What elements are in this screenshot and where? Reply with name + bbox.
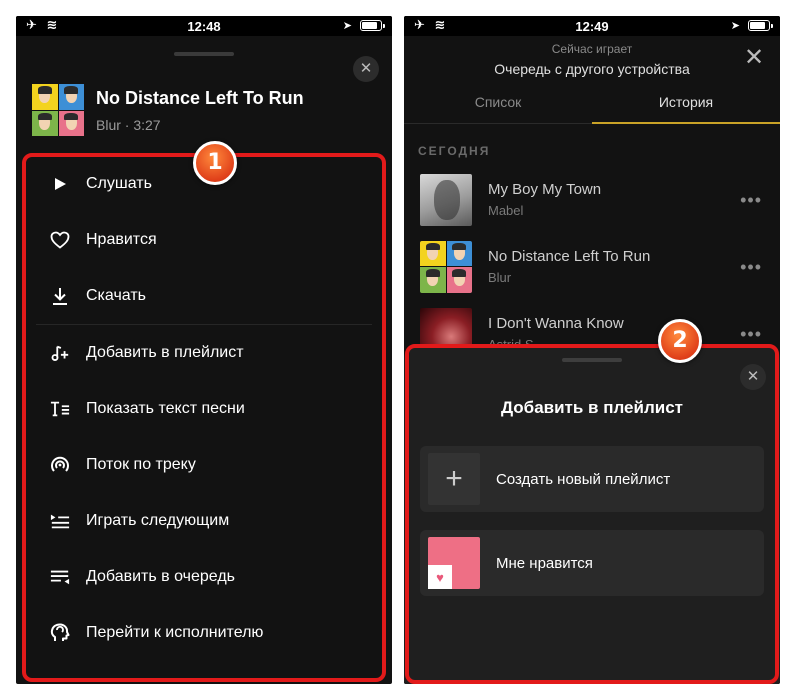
track-title: No Distance Left To Run [488, 248, 651, 265]
section-label: СЕГОДНЯ [418, 144, 491, 158]
list-item[interactable]: No Distance Left To Run Blur ••• [404, 233, 780, 300]
tab-list[interactable]: Список [404, 88, 592, 123]
status-bar: ✈︎ ≋ 12:48 ➤ [16, 16, 392, 36]
track-header: No Distance Left To Run Blur · 3:27 [32, 84, 304, 136]
battery-icon [360, 20, 385, 31]
step-badge: 2 [658, 319, 702, 363]
now-playing-label: Сейчас играет [551, 42, 633, 56]
album-cover [32, 84, 84, 136]
track-subtitle: Blur · 3:27 [96, 116, 161, 133]
track-title: My Boy My Town [488, 181, 602, 198]
more-icon[interactable]: ••• [740, 257, 762, 278]
history-list: My Boy My Town Mabel ••• No Distance Lef… [404, 166, 780, 367]
status-time: 12:48 [187, 19, 221, 34]
more-icon[interactable]: ••• [740, 190, 762, 211]
sheet-handle[interactable] [174, 52, 234, 56]
track-title: No Distance Left To Run [96, 87, 304, 108]
more-icon[interactable]: ••• [740, 324, 762, 345]
track-artist: Mabel [488, 203, 524, 218]
step-badge: 1 [193, 141, 237, 185]
queue-tabs: Список История [404, 88, 780, 124]
track-artist: Blur [488, 270, 512, 285]
status-time: 12:49 [575, 19, 609, 34]
location-icon: ➤ [730, 20, 740, 32]
track-cover [420, 173, 472, 226]
close-icon[interactable]: ✕ [744, 46, 764, 70]
queue-source-title: Очередь с другого устройства [494, 61, 690, 77]
list-item[interactable]: My Boy My Town Mabel ••• [404, 166, 780, 233]
close-button[interactable]: ✕ [353, 56, 379, 82]
location-icon: ➤ [342, 20, 352, 32]
annotation-frame [22, 153, 386, 682]
track-title: I Don't Wanna Know [488, 315, 624, 332]
status-bar: ✈︎ ≋ 12:49 ➤ [404, 16, 780, 36]
annotation-frame [405, 344, 779, 684]
track-cover [420, 240, 472, 293]
battery-icon [748, 20, 773, 31]
tab-history[interactable]: История [592, 88, 780, 124]
